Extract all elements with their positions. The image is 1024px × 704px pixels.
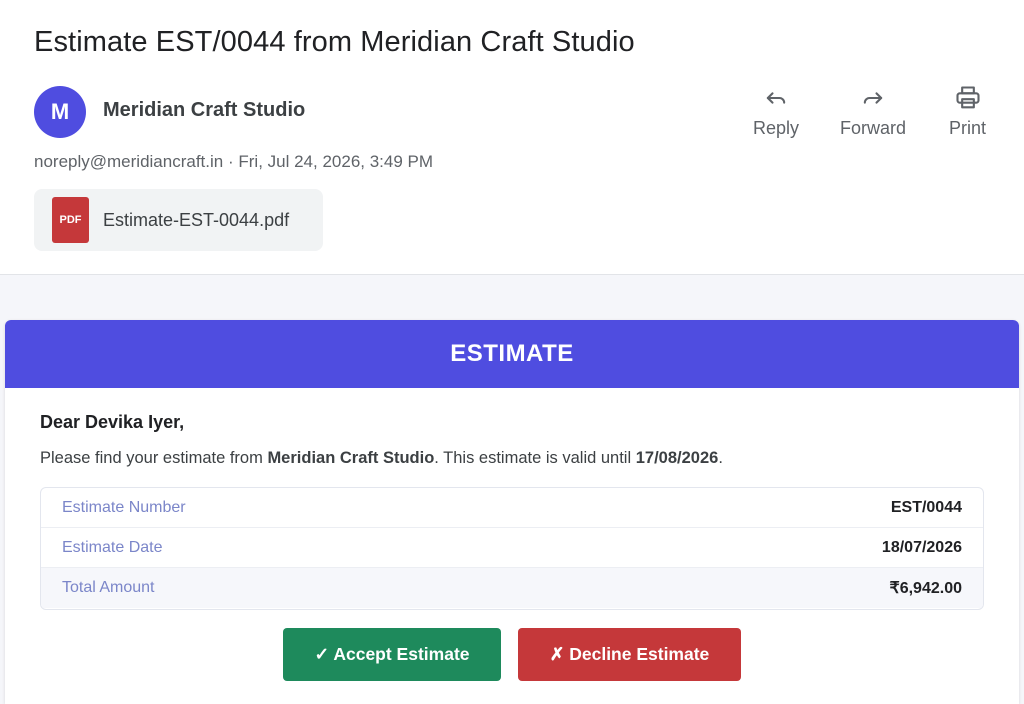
sender-meta: noreply@meridiancraft.in · Fri, Jul 24, … (34, 152, 433, 172)
intro-suffix: . (718, 449, 723, 467)
forward-button[interactable]: Forward (840, 84, 906, 139)
detail-row-total-amount: Total Amount ₹6,942.00 (41, 568, 983, 608)
estimate-card: ESTIMATE Dear Devika Iyer, Please find y… (5, 320, 1019, 704)
reply-icon (766, 92, 786, 104)
attachment-chip[interactable]: PDF Estimate-EST-0044.pdf (34, 189, 323, 251)
print-button[interactable]: Print (949, 84, 986, 139)
sender-avatar: M (34, 86, 86, 138)
attachment-filename: Estimate-EST-0044.pdf (103, 209, 290, 230)
estimate-banner: ESTIMATE (5, 320, 1019, 388)
reply-button[interactable]: Reply (753, 84, 799, 139)
intro-company: Meridian Craft Studio (267, 449, 435, 467)
sender-name: Meridian Craft Studio (103, 99, 306, 121)
detail-label: Estimate Date (62, 538, 163, 556)
detail-value: ₹6,942.00 (889, 580, 962, 597)
detail-value: 18/07/2026 (881, 538, 962, 556)
meta-separator: · (227, 152, 234, 171)
greeting: Dear Devika Iyer, (40, 412, 185, 432)
print-icon (955, 86, 980, 109)
intro-prefix: Please find your estimate from (40, 449, 268, 467)
intro-text: Please find your estimate from Meridian … (40, 449, 723, 468)
detail-row-estimate-number: Estimate Number EST/0044 (41, 488, 983, 528)
print-label: Print (949, 118, 987, 138)
decline-estimate-button[interactable]: ✗ Decline Estimate (518, 628, 741, 681)
email-date: Fri, Jul 24, 2026, 3:49 PM (238, 152, 434, 171)
forward-label: Forward (840, 118, 907, 138)
email-subject: Estimate EST/0044 from Meridian Craft St… (34, 26, 635, 58)
pdf-file-icon: PDF (52, 197, 89, 243)
detail-row-estimate-date: Estimate Date 18/07/2026 (41, 528, 983, 568)
forward-icon (863, 92, 883, 104)
estimate-details-table: Estimate Number EST/0044 Estimate Date 1… (40, 487, 984, 610)
detail-label: Total Amount (62, 579, 155, 596)
sender-address: noreply@meridiancraft.in (34, 152, 224, 171)
intro-middle: . This estimate is valid until (434, 449, 636, 467)
accept-estimate-button[interactable]: ✓ Accept Estimate (283, 628, 501, 681)
valid-until-date: 17/08/2026 (635, 449, 719, 467)
reply-label: Reply (753, 118, 800, 138)
detail-label: Estimate Number (62, 498, 186, 516)
detail-value: EST/0044 (890, 498, 962, 516)
